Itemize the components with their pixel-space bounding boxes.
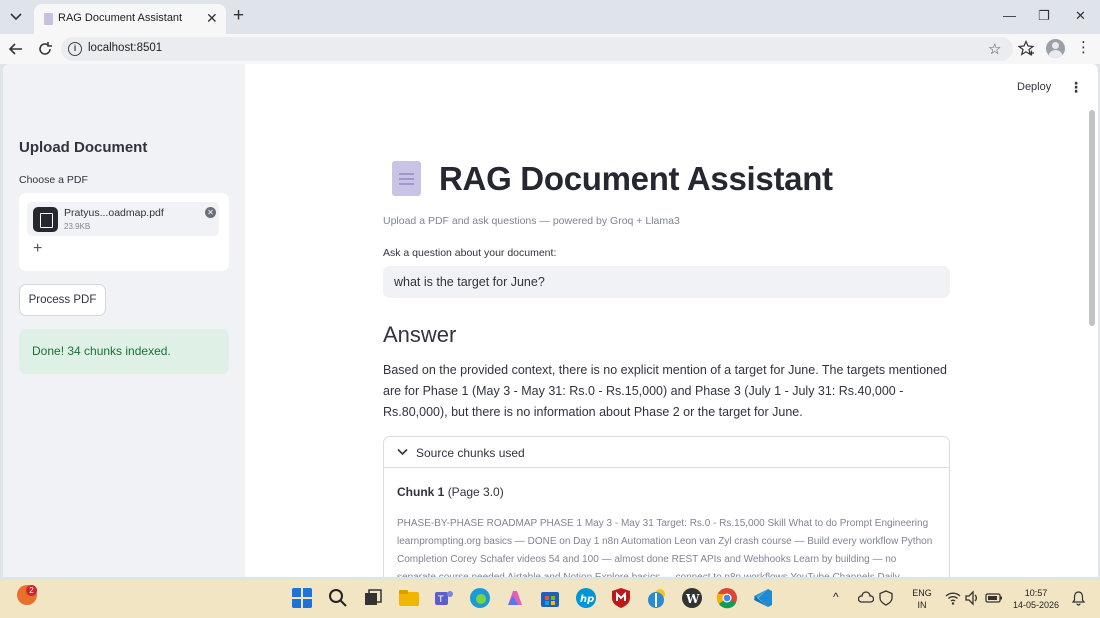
file-explorer-icon[interactable]: [398, 587, 420, 609]
profile-avatar[interactable]: [1046, 39, 1065, 58]
file-uploader-label: Choose a PDF: [19, 174, 88, 186]
chunk-label: Chunk 1: [397, 485, 445, 499]
browser-toolbar: i localhost:8501 ☆ ⋮: [0, 34, 1100, 64]
svg-text:T: T: [437, 595, 444, 605]
chevron-down-icon: [397, 448, 408, 456]
edge-browser-icon[interactable]: [469, 587, 491, 609]
question-label: Ask a question about your document:: [383, 247, 557, 259]
chevron-down-icon: [10, 13, 22, 21]
source-chunks-expander: Source chunks used Chunk 1 (Page 3.0) PH…: [383, 436, 950, 577]
remove-file-icon[interactable]: ✕: [205, 207, 216, 218]
wordpress-icon[interactable]: W: [681, 587, 703, 609]
close-tab-icon[interactable]: ✕: [206, 11, 218, 25]
onedrive-icon[interactable]: [858, 590, 874, 606]
date: 14-05-2026: [1012, 600, 1060, 610]
file-size: 23.9KB: [64, 222, 91, 231]
expander-header[interactable]: Source chunks used: [384, 437, 949, 468]
teams-icon[interactable]: T: [433, 587, 455, 609]
browser-tab[interactable]: RAG Document Assistant ✕: [34, 4, 226, 34]
reload-icon[interactable]: [37, 41, 53, 57]
document-emoji-icon: [392, 161, 421, 196]
search-icon[interactable]: [327, 587, 349, 609]
uploaded-file: Pratyus...oadmap.pdf 23.9KB ✕: [27, 202, 219, 236]
language-code: ENG: [912, 588, 932, 598]
chunk-text: PHASE-BY-PHASE ROADMAP PHASE 1 May 3 - M…: [397, 518, 933, 577]
page-viewport: Upload Document Choose a PDF Pratyus...o…: [3, 64, 1098, 577]
address-bar[interactable]: i localhost:8501 ☆: [61, 37, 1013, 61]
file-uploader: Pratyus...oadmap.pdf 23.9KB ✕ +: [19, 193, 229, 271]
deploy-button[interactable]: Deploy: [1017, 81, 1051, 93]
notification-bell-icon[interactable]: [1071, 591, 1086, 606]
question-value[interactable]: what is the target for June?: [394, 275, 545, 289]
chunk-page: (Page 3.0): [447, 485, 504, 499]
favorites-icon[interactable]: [1018, 40, 1035, 57]
main-content: RAG Document Assistant Upload a PDF and …: [383, 64, 950, 577]
success-message: Done! 34 chunks indexed.: [32, 344, 171, 358]
weather-app-icon[interactable]: [646, 587, 668, 609]
show-hidden-icons-icon[interactable]: ^: [833, 591, 839, 603]
copilot-icon[interactable]: [504, 587, 526, 609]
notification-badge: 2: [26, 585, 37, 596]
url-text[interactable]: localhost:8501: [88, 42, 162, 54]
close-window-button[interactable]: ✕: [1075, 8, 1086, 24]
region-code: IN: [917, 600, 927, 610]
answer-heading: Answer: [383, 322, 457, 347]
page-caption: Upload a PDF and ask questions — powered…: [383, 215, 680, 227]
new-tab-button[interactable]: +: [233, 6, 244, 26]
process-pdf-button[interactable]: Process PDF: [19, 284, 106, 316]
wifi-icon[interactable]: [945, 590, 961, 606]
svg-text:hp: hp: [580, 594, 594, 605]
answer-text: Based on the provided context, there is …: [383, 363, 947, 419]
sidebar-title: Upload Document: [19, 139, 148, 156]
tab-title: RAG Document Assistant: [58, 12, 183, 24]
clock[interactable]: 10:57 14-05-2026: [1010, 587, 1062, 611]
store-icon[interactable]: [539, 587, 561, 609]
tab-search-button[interactable]: [5, 6, 27, 28]
bookmark-star-icon[interactable]: ☆: [988, 40, 1001, 58]
browser-menu-icon[interactable]: ⋮: [1076, 39, 1091, 57]
success-alert: Done! 34 chunks indexed.: [19, 329, 229, 374]
chunk-heading: Chunk 1 (Page 3.0): [397, 485, 504, 499]
security-shield-icon[interactable]: [878, 590, 894, 606]
document-favicon-icon: [44, 13, 53, 25]
expander-title: Source chunks used: [416, 446, 525, 460]
language-indicator: ENG IN: [908, 587, 936, 611]
task-view-icon[interactable]: [362, 587, 384, 609]
minimize-button[interactable]: —: [1003, 8, 1016, 24]
back-arrow-icon[interactable]: [8, 41, 24, 57]
time: 10:57: [1024, 588, 1048, 598]
restore-button[interactable]: ❐: [1038, 8, 1050, 24]
page-title: RAG Document Assistant: [439, 160, 833, 197]
vscode-icon[interactable]: [752, 587, 774, 609]
windows-start-icon[interactable]: [291, 587, 313, 609]
svg-text:W: W: [685, 592, 700, 606]
question-input[interactable]: what is the target for June?: [383, 266, 950, 298]
chrome-icon[interactable]: [716, 587, 738, 609]
sidebar: Upload Document Choose a PDF Pratyus...o…: [3, 64, 245, 577]
add-file-button[interactable]: +: [33, 240, 42, 258]
volume-icon[interactable]: [964, 590, 980, 606]
taskbar: 2 T hp W ^ ENG IN 10:57 14-05-2026: [0, 580, 1100, 618]
file-icon: [33, 207, 58, 232]
app-menu-icon[interactable]: ⋮: [1069, 78, 1083, 96]
hp-icon[interactable]: hp: [575, 587, 597, 609]
site-info-icon[interactable]: i: [68, 42, 82, 56]
mcafee-icon[interactable]: [610, 587, 632, 609]
battery-icon[interactable]: [985, 591, 1003, 605]
file-name: Pratyus...oadmap.pdf: [64, 207, 164, 219]
page-scrollbar[interactable]: [1089, 110, 1095, 326]
tab-strip: RAG Document Assistant ✕ + — ❐ ✕: [0, 0, 1100, 34]
